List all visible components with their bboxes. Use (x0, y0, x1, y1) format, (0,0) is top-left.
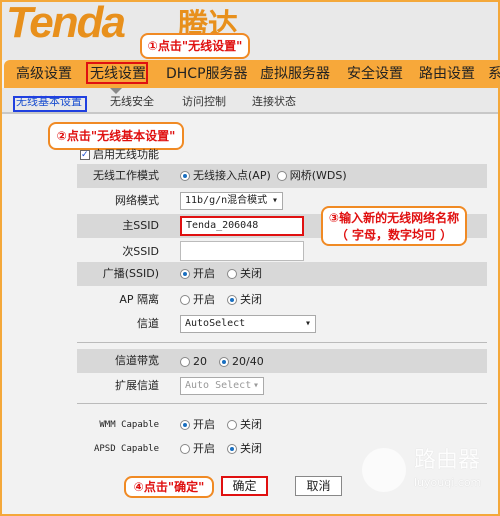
nav-routing[interactable]: 路由设置 (419, 65, 475, 83)
option-label: 开启 (193, 442, 215, 455)
ext-channel-select: Auto Select ▾ (180, 377, 264, 395)
channel-select[interactable]: AutoSelect ▾ (180, 315, 316, 333)
wmm-on[interactable]: 开启 (180, 418, 215, 432)
broadcast-off[interactable]: 关闭 (227, 267, 262, 281)
netmode-select[interactable]: 11b/g/n混合模式 ▾ (180, 192, 283, 210)
bandwidth-20[interactable]: 20 (180, 355, 207, 369)
netmode-value: 11b/g/n混合模式 (185, 195, 268, 206)
callout-line: ③输入新的无线网络名称 (328, 211, 460, 225)
mode-ap-option[interactable]: 无线接入点(AP) (180, 169, 271, 183)
radio-icon (180, 171, 190, 181)
divider (77, 403, 487, 404)
radio-icon (227, 420, 237, 430)
radio-icon (219, 357, 229, 367)
bandwidth-2040[interactable]: 20/40 (219, 355, 264, 369)
ssid-label: 主SSID (122, 219, 159, 232)
radio-icon (227, 269, 237, 279)
subnav-access-control[interactable]: 访问控制 (182, 95, 226, 109)
apiso-off[interactable]: 关闭 (227, 293, 262, 307)
option-label: 开启 (193, 293, 215, 306)
apiso-on[interactable]: 开启 (180, 293, 215, 307)
radio-icon (180, 420, 190, 430)
wmm-options: 开启 关闭 (180, 418, 274, 432)
watermark-url: luyouqi.com (414, 476, 482, 489)
option-label: 无线接入点(AP) (193, 169, 271, 182)
callout-step2: ②点击"无线基本设置" (48, 122, 184, 150)
option-label: 关闭 (240, 442, 262, 455)
subnav-connection-status[interactable]: 连接状态 (252, 95, 296, 109)
nav-system[interactable]: 系 (488, 65, 500, 83)
option-label: 开启 (193, 267, 215, 280)
channel-label: 信道 (137, 317, 159, 330)
nav-virtual-server[interactable]: 虚拟服务器 (260, 65, 330, 83)
radio-icon (276, 171, 287, 181)
apsd-on[interactable]: 开启 (180, 442, 215, 456)
enable-wireless-row: ✓ 启用无线功能 (80, 148, 159, 162)
nav-security[interactable]: 安全设置 (347, 65, 403, 83)
header: Tenda 腾达 (2, 0, 498, 60)
apsd-label: APSD Capable (93, 444, 159, 454)
ok-button[interactable]: 确定 (221, 476, 268, 496)
broadcast-on[interactable]: 开启 (180, 267, 215, 281)
radio-icon (227, 444, 237, 454)
option-label: 网桥(WDS) (289, 169, 347, 182)
ext-channel-value: Auto Select (185, 380, 252, 391)
radio-icon (180, 357, 190, 367)
apsd-off[interactable]: 关闭 (227, 442, 262, 456)
ssid2-label: 次SSID (122, 245, 159, 258)
radio-icon (227, 295, 237, 305)
nav-dhcp[interactable]: DHCP服务器 (166, 65, 248, 83)
apiso-options: 开启 关闭 (180, 293, 274, 307)
apiso-label: AP 隔离 (119, 293, 159, 306)
watermark: 路由器 luyouqi.com (362, 448, 482, 494)
netmode-label: 网络模式 (115, 194, 159, 207)
mode-wds-option[interactable]: 网桥(WDS) (276, 169, 347, 183)
divider (77, 342, 487, 343)
mode-options: 无线接入点(AP) 网桥(WDS) (180, 169, 359, 183)
callout-step4: ④点击"确定" (124, 476, 214, 498)
radio-icon (180, 269, 190, 279)
option-label: 关闭 (240, 418, 262, 431)
main-nav: 高级设置 无线设置 DHCP服务器 虚拟服务器 安全设置 路由设置 系 (4, 60, 500, 88)
cancel-button[interactable]: 取消 (295, 476, 342, 496)
enable-wireless-checkbox[interactable]: ✓ (80, 150, 90, 160)
enable-wireless-label: 启用无线功能 (93, 148, 159, 162)
radio-icon (180, 444, 190, 454)
option-label: 20 (193, 355, 207, 368)
active-tab-caret (110, 88, 122, 94)
mode-label: 无线工作模式 (93, 169, 159, 182)
ssid-input[interactable]: Tenda_206048 (180, 216, 304, 236)
wmm-label: WMM Capable (99, 420, 159, 430)
radio-icon (180, 295, 190, 305)
callout-step1: ①点击"无线设置" (140, 33, 250, 59)
chevron-down-icon: ▾ (271, 195, 278, 206)
apsd-options: 开启 关闭 (180, 442, 274, 456)
broadcast-options: 开启 关闭 (180, 267, 274, 281)
watermark-cn: 路由器 (414, 448, 481, 473)
wmm-off[interactable]: 关闭 (227, 418, 262, 432)
highlight-nav-wireless (86, 62, 148, 84)
ext-channel-label: 扩展信道 (115, 379, 159, 392)
highlight-subnav (13, 96, 87, 112)
subnav-wireless-security[interactable]: 无线安全 (110, 95, 154, 109)
option-label: 开启 (193, 418, 215, 431)
nav-advanced[interactable]: 高级设置 (16, 65, 72, 83)
router-admin-page: Tenda 腾达 高级设置 无线设置 DHCP服务器 虚拟服务器 安全设置 路由… (0, 0, 500, 516)
router-icon (362, 448, 406, 492)
chevron-down-icon: ▾ (304, 318, 311, 329)
option-label: 关闭 (240, 267, 262, 280)
option-label: 关闭 (240, 293, 262, 306)
bandwidth-options: 20 20/40 (180, 355, 276, 369)
callout-step3: ③输入新的无线网络名称 （ 字母，数字均可 ） (321, 206, 467, 246)
chevron-down-icon: ▾ (252, 380, 259, 391)
ssid2-input[interactable] (180, 241, 304, 261)
tenda-logo: Tenda (6, 0, 126, 47)
broadcast-label: 广播(SSID) (102, 267, 159, 280)
callout-line: （ 字母，数字均可 ） (335, 228, 453, 242)
channel-value: AutoSelect (185, 318, 246, 329)
bandwidth-label: 信道带宽 (115, 354, 159, 367)
option-label: 20/40 (232, 355, 264, 368)
